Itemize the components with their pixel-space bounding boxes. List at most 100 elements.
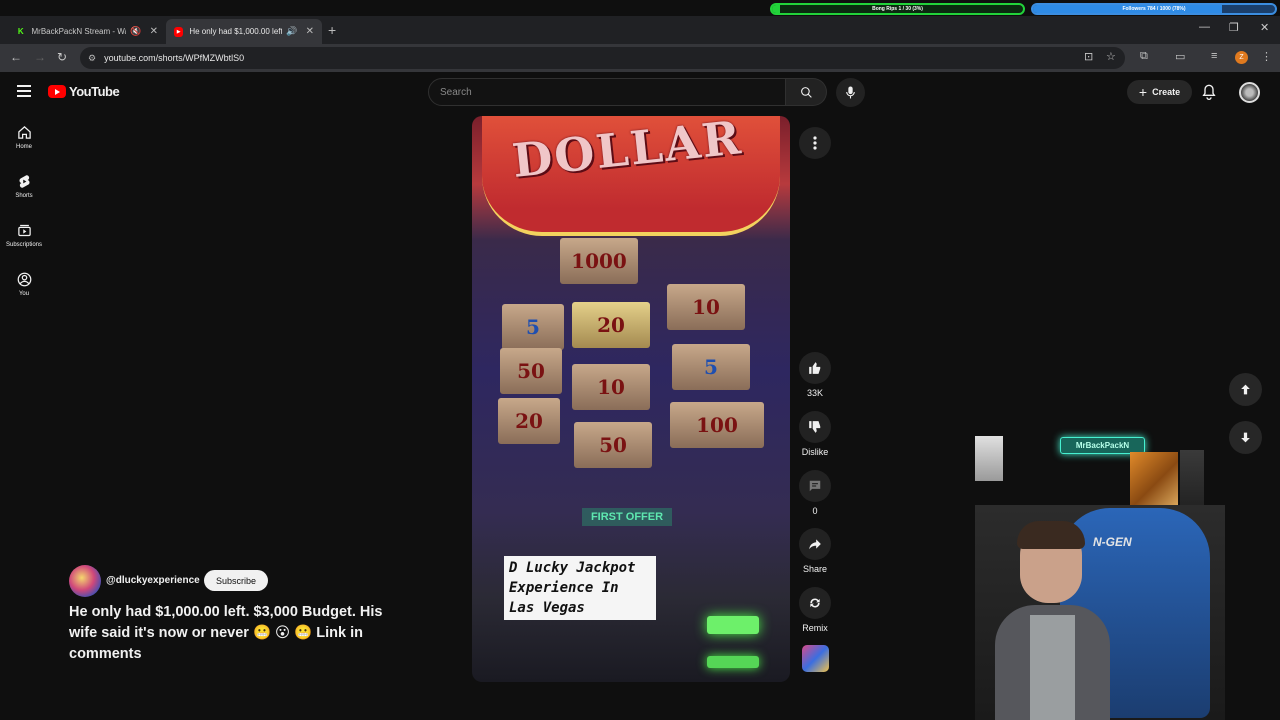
microphone-icon: [846, 86, 855, 99]
short-title: He only had $1,000.00 left. $3,000 Budge…: [69, 604, 383, 662]
search-input[interactable]: Search: [428, 78, 786, 106]
bookmark-star-icon[interactable]: ☆: [1106, 50, 1116, 63]
dislike-button[interactable]: [799, 411, 831, 443]
subscriptions-icon: [17, 224, 31, 237]
youtube-logo[interactable]: YouTube: [48, 84, 120, 99]
youtube-favicon-icon: ▶: [174, 26, 184, 37]
share-action[interactable]: Share: [799, 528, 831, 574]
youtube-wordmark: YouTube: [69, 84, 120, 99]
back-icon[interactable]: ←: [10, 50, 22, 64]
muted-audio-icon[interactable]: 🔇: [130, 26, 141, 37]
arrow-down-icon: [1241, 432, 1250, 443]
remix-action[interactable]: Remix: [799, 587, 831, 633]
subscribe-button[interactable]: Subscribe: [204, 570, 268, 591]
bill-graphic: 1000: [560, 238, 638, 284]
youtube-play-icon: [48, 85, 66, 98]
sound-thumbnail[interactable]: [802, 645, 829, 672]
home-icon: [17, 126, 31, 139]
tab-title: MrBackPackN Stream - Wat: [31, 27, 127, 36]
comments-button[interactable]: [799, 470, 831, 502]
channel-name[interactable]: @dluckyexperience: [106, 575, 200, 586]
close-tab-icon[interactable]: ✕: [150, 26, 158, 37]
thumbs-down-icon: [809, 421, 821, 433]
remix-label: Remix: [802, 623, 828, 633]
thumbs-up-icon: [809, 362, 821, 374]
split-view-icon[interactable]: ▭: [1175, 50, 1185, 63]
notifications-bell-icon[interactable]: [1202, 84, 1216, 100]
dislike-label: Dislike: [801, 447, 829, 457]
close-tab-icon[interactable]: ✕: [306, 26, 314, 37]
extensions-icon[interactable]: ⧉: [1140, 50, 1148, 63]
account-avatar[interactable]: [1239, 82, 1260, 103]
next-short-button[interactable]: [1229, 421, 1262, 454]
guide-item-shorts[interactable]: Shorts: [0, 174, 48, 199]
comment-icon: [809, 480, 821, 492]
guide-item-subscriptions[interactable]: Subscriptions: [0, 223, 48, 248]
wall-poster-left: [975, 436, 1003, 481]
media-controls-icon[interactable]: ≡: [1211, 50, 1217, 62]
video-caption-card: D Lucky Jackpot Experience In Las Vegas: [504, 556, 656, 620]
followers-progress-label: Followers 784 / 1000 (78%): [1122, 6, 1186, 12]
voice-search-button[interactable]: [836, 78, 865, 107]
profile-avatar[interactable]: Z: [1235, 51, 1248, 64]
slot-button-light: [707, 656, 759, 668]
short-video-player[interactable]: DOLLAR 1000 10 5 20 50 10 5 20 100 50 FI…: [472, 116, 790, 682]
search-button[interactable]: [786, 78, 827, 106]
guide-label: Home: [15, 144, 32, 150]
like-count: 33K: [806, 388, 823, 398]
bill-graphic: 10: [667, 284, 745, 330]
stream-overlay-bars: Bong Rips 1 / 30 (3%) Followers 784 / 10…: [0, 3, 1280, 16]
previous-short-button[interactable]: [1229, 373, 1262, 406]
first-offer-panel: FIRST OFFER: [582, 508, 672, 526]
guide-menu-icon[interactable]: [17, 85, 31, 97]
comments-action[interactable]: 0: [799, 470, 831, 516]
forward-icon[interactable]: →: [34, 50, 46, 64]
tab-title: He only had $1,000.00 left.: [189, 27, 283, 36]
bill-graphic: 100: [670, 402, 764, 448]
share-label: Share: [802, 564, 828, 574]
guide-item-home[interactable]: Home: [0, 125, 48, 150]
remix-button[interactable]: [799, 587, 831, 619]
site-info-icon[interactable]: ⚙: [88, 53, 96, 64]
like-action[interactable]: 33K: [799, 352, 831, 398]
comment-count: 0: [812, 506, 818, 516]
share-button[interactable]: [799, 528, 831, 560]
youtube-masthead: YouTube Search + Create: [0, 72, 1280, 114]
plus-icon: +: [1138, 84, 1148, 100]
bill-graphic: 20: [498, 398, 560, 444]
close-window-icon[interactable]: ✕: [1260, 21, 1269, 34]
remix-icon: [810, 598, 820, 608]
address-bar[interactable]: ⚙ youtube.com/shorts/WPfMZWbtlS0: [80, 47, 1125, 69]
minimize-icon[interactable]: —: [1199, 21, 1210, 33]
browser-toolbar: ← → ↻ ⚙ youtube.com/shorts/WPfMZWbtlS0 ⊡…: [0, 44, 1280, 72]
restore-icon[interactable]: ❐: [1229, 21, 1239, 34]
reload-icon[interactable]: ↻: [57, 50, 67, 64]
tab-youtube-short[interactable]: ▶ He only had $1,000.00 left. 🔊 ✕: [166, 19, 322, 44]
more-actions-button[interactable]: [799, 127, 831, 159]
share-arrow-icon: [809, 539, 821, 550]
browser-tab-strip: K MrBackPackN Stream - Wat 🔇 ✕ ▶ He only…: [0, 16, 1280, 44]
browser-menu-icon[interactable]: ⋮: [1261, 50, 1272, 63]
streamer-webcam: N-GEN: [975, 505, 1225, 720]
url-text: youtube.com/shorts/WPfMZWbtlS0: [104, 53, 245, 63]
vertical-dots-icon: [813, 136, 817, 150]
guide-label: You: [18, 291, 30, 297]
goal-progress-label: Bong Rips 1 / 30 (3%): [872, 6, 923, 12]
new-tab-icon[interactable]: +: [328, 22, 336, 38]
install-app-icon[interactable]: ⊡: [1084, 50, 1093, 63]
channel-avatar[interactable]: [69, 565, 101, 597]
tab-stream[interactable]: K MrBackPackN Stream - Wat 🔇 ✕: [8, 19, 166, 44]
like-button[interactable]: [799, 352, 831, 384]
dislike-action[interactable]: Dislike: [799, 411, 831, 457]
bill-graphic: 50: [574, 422, 652, 468]
search-icon: [800, 86, 812, 98]
create-button[interactable]: + Create: [1127, 80, 1192, 104]
bill-graphic: 10: [572, 364, 650, 410]
goal-progress-bar: Bong Rips 1 / 30 (3%): [770, 3, 1025, 15]
streamer: [995, 521, 1110, 720]
kick-favicon-icon: K: [17, 27, 24, 36]
guide-item-you[interactable]: You: [0, 272, 48, 297]
bill-graphic: 5: [672, 344, 750, 390]
guide-label: Shorts: [15, 193, 33, 199]
audio-playing-icon[interactable]: 🔊: [286, 26, 297, 37]
